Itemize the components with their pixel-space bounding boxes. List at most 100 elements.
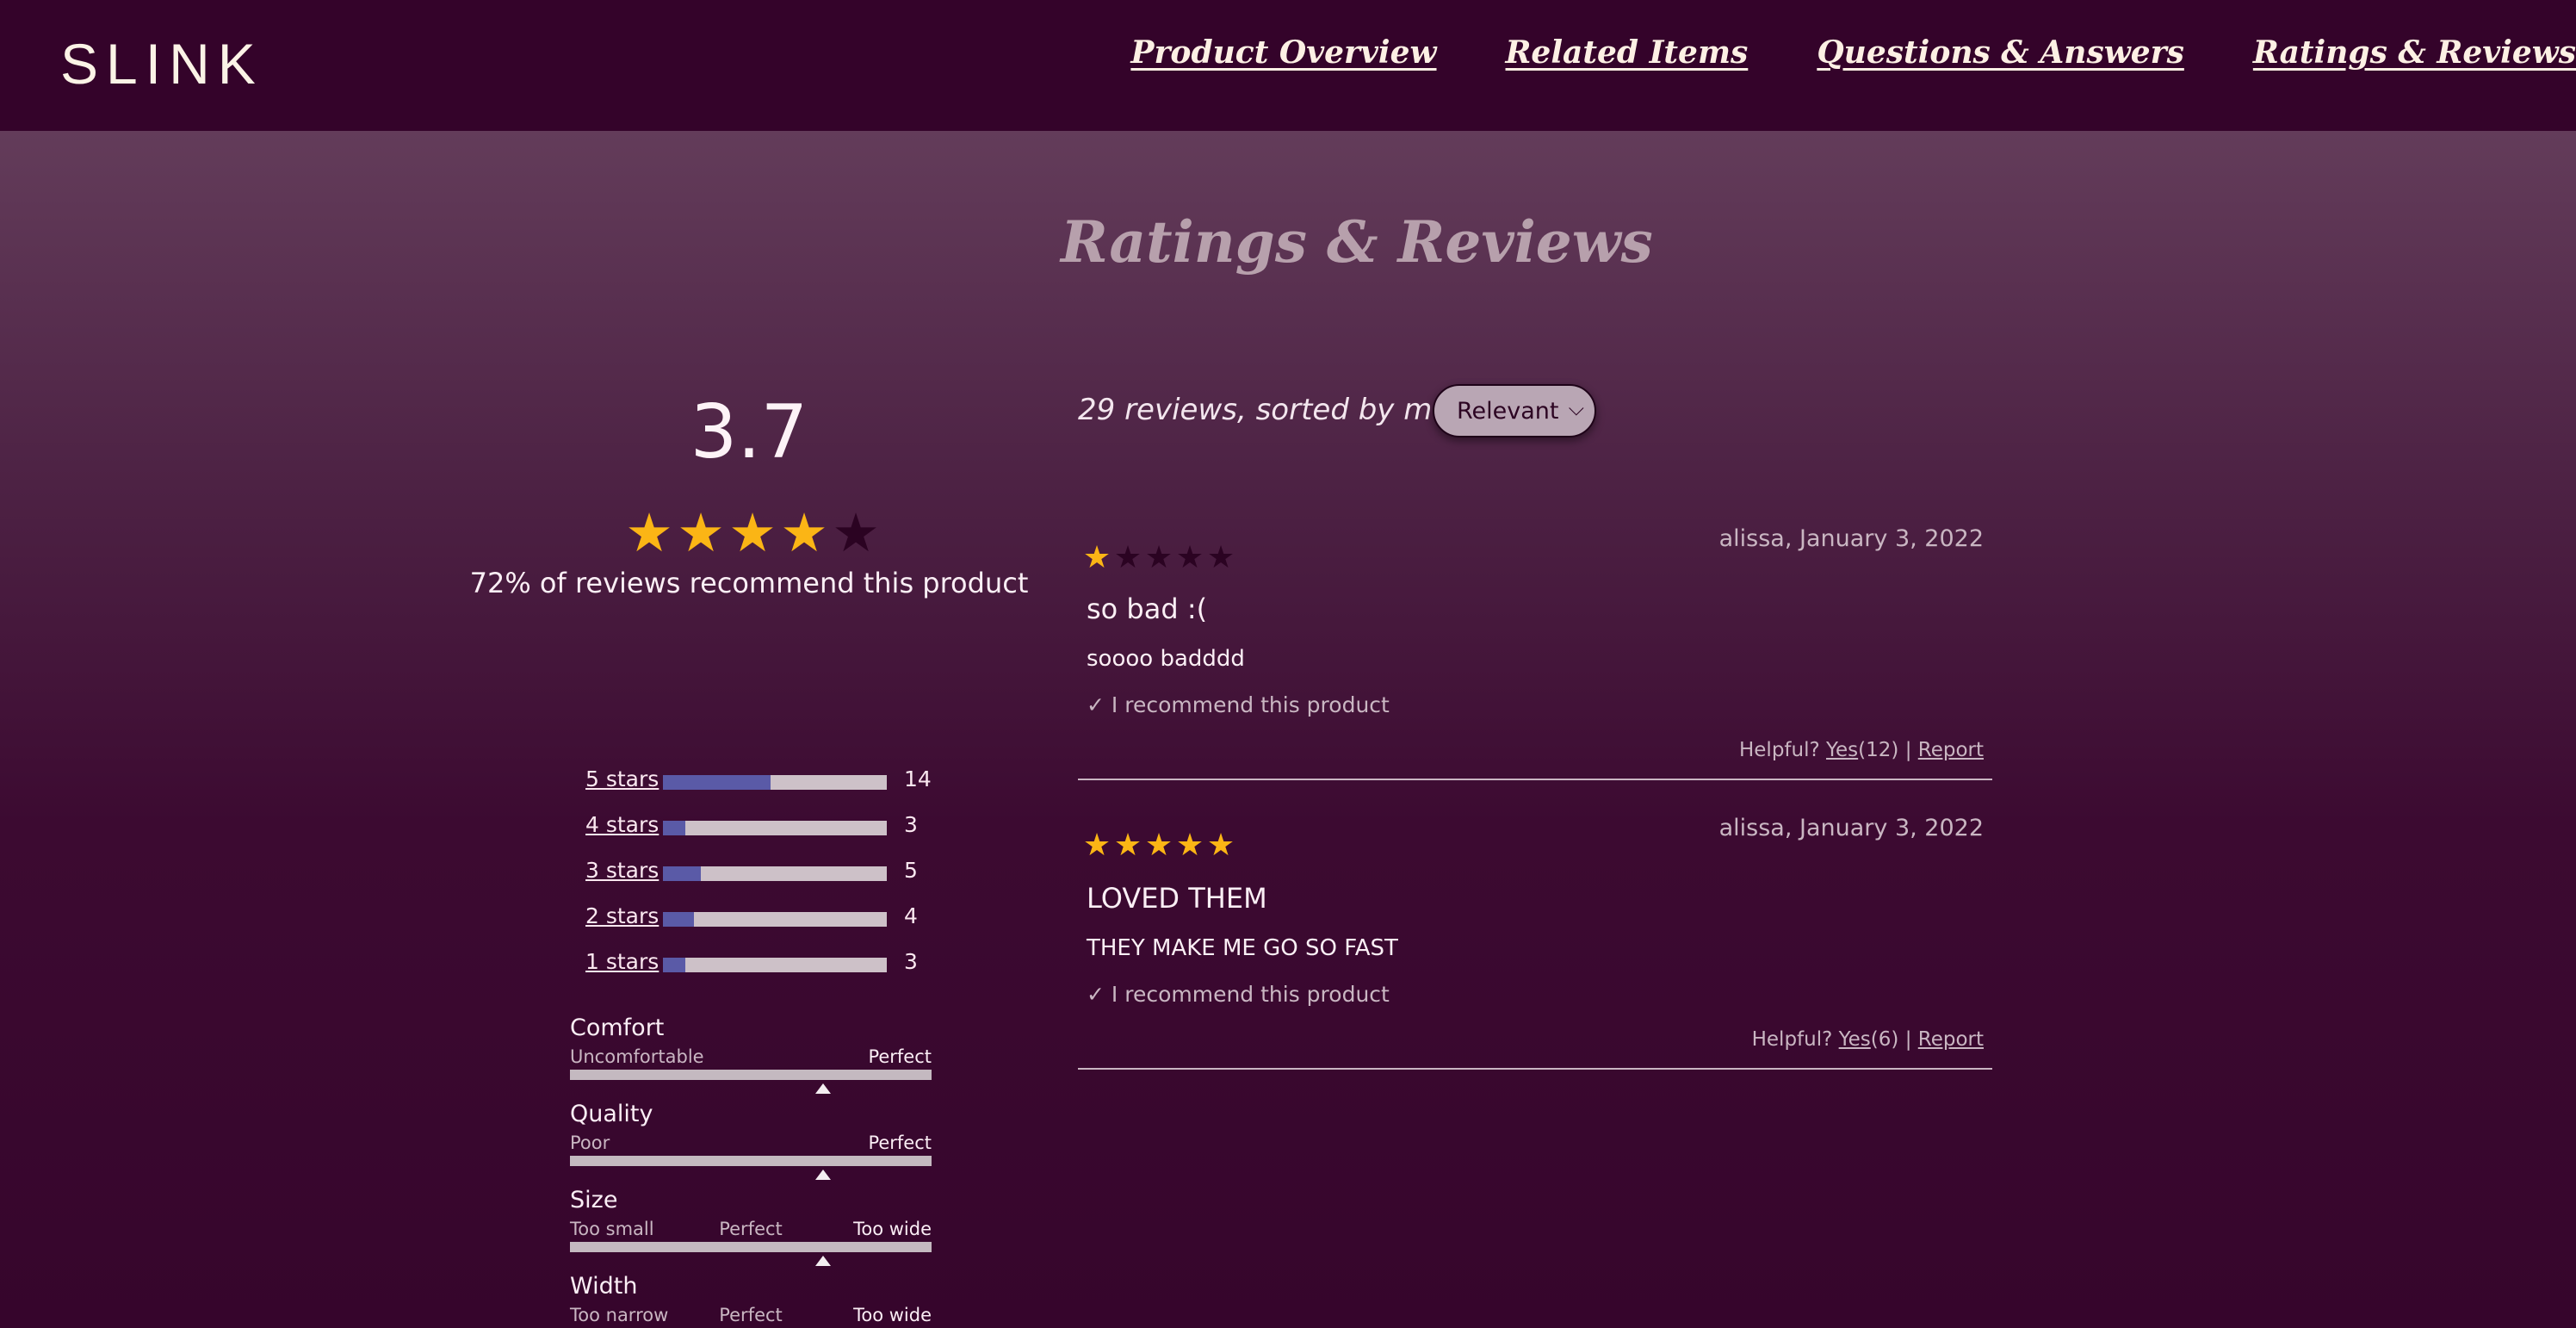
average-star-rating: ★ ★ ★ ★ ★	[623, 506, 882, 560]
characteristic-size: Size Too small Perfect Too wide	[570, 1187, 932, 1273]
characteristic-low-label: Poor	[570, 1133, 610, 1153]
page: SLINK Product Overview Related Items Que…	[0, 0, 2576, 1328]
review-tile: ★ ★ ★ ★ ★ alissa, January 3, 2022 so bad :( …	[1078, 518, 1992, 806]
nav-product-overview[interactable]: Product Overview	[1130, 34, 1436, 86]
characteristic-marker-icon	[815, 1083, 831, 1094]
star-icon: ★	[625, 501, 673, 564]
chevron-down-icon: ⌵	[1568, 396, 1584, 420]
review-recommend: ✓ I recommend this product	[1087, 982, 1390, 1007]
characteristic-bar	[570, 1070, 932, 1080]
review-divider	[1078, 779, 1992, 780]
breakdown-row-5: 5 stars 14	[568, 766, 947, 812]
characteristic-name: Size	[570, 1187, 618, 1213]
breakdown-count-2: 4	[904, 903, 918, 928]
review-body: soooo badddd	[1087, 646, 1245, 672]
characteristic-marker-icon	[815, 1170, 831, 1180]
characteristic-high-label: Perfect	[868, 1133, 932, 1153]
breakdown-fill-3	[663, 866, 702, 881]
sort-select[interactable]: Relevant ⌵	[1433, 384, 1596, 437]
star-icon: ★	[728, 501, 777, 564]
top-header: SLINK Product Overview Related Items Que…	[0, 0, 2576, 131]
characteristic-quality: Quality Poor Perfect	[570, 1101, 932, 1187]
review-count-sort-text: 29 reviews, sorted by most	[1078, 393, 1477, 427]
characteristic-bar	[570, 1242, 932, 1252]
star-icon: ★	[1082, 828, 1112, 863]
breakdown-bar-2	[663, 912, 887, 927]
review-star-rating: ★ ★ ★ ★ ★	[1081, 543, 1236, 574]
breakdown-row-2: 2 stars 4	[568, 903, 947, 949]
characteristic-high-label: Perfect	[868, 1046, 932, 1067]
review-body: THEY MAKE ME GO SO FAST	[1087, 935, 1398, 961]
star-icon: ★	[1175, 540, 1204, 575]
helpful-yes-link[interactable]: Yes	[1826, 739, 1858, 761]
review-author-date: alissa, January 3, 2022	[1718, 815, 1984, 841]
helpful-yes-count: (12)	[1858, 739, 1899, 761]
helpful-separator: |	[1904, 1028, 1912, 1051]
characteristic-width: Width Too narrow Perfect Too wide	[570, 1273, 932, 1328]
characteristic-bar	[570, 1156, 932, 1166]
nav-ratings-reviews[interactable]: Ratings & Reviews	[2253, 34, 2576, 86]
characteristic-name: Width	[570, 1273, 638, 1300]
breakdown-count-4: 3	[904, 812, 918, 837]
star-icon: ★	[1082, 540, 1112, 575]
product-characteristics: Comfort Uncomfortable Perfect Quality Po…	[570, 1015, 932, 1328]
review-helpful: Helpful? Yes(6) | Report	[1752, 1028, 1984, 1051]
ratings-reviews-section: Ratings & Reviews 3.7 ★ ★ ★ ★ ★ 72% of revie…	[0, 131, 2576, 1328]
breakdown-row-1: 1 stars 3	[568, 949, 947, 995]
review-divider	[1078, 1068, 1992, 1070]
characteristic-high-label: Too wide	[853, 1305, 932, 1325]
review-tile: ★ ★ ★ ★ ★ alissa, January 3, 2022 LOVED THEM…	[1078, 808, 1992, 1095]
rating-breakdown: 5 stars 14 4 stars 3 3 stars 5 2 stars 4…	[568, 766, 947, 995]
star-icon: ★	[1206, 540, 1235, 575]
review-star-rating: ★ ★ ★ ★ ★	[1081, 830, 1236, 861]
helpful-separator: |	[1904, 739, 1912, 761]
breakdown-row-4: 4 stars 3	[568, 812, 947, 858]
breakdown-bar-3	[663, 866, 887, 881]
characteristic-low-label: Uncomfortable	[570, 1046, 704, 1067]
star-icon: ★	[677, 501, 725, 564]
nav-questions-answers[interactable]: Questions & Answers	[1817, 34, 2184, 86]
star-icon: ★	[1113, 540, 1142, 575]
breakdown-count-1: 3	[904, 949, 918, 974]
review-title: so bad :(	[1087, 593, 1208, 625]
helpful-label: Helpful?	[1751, 1028, 1833, 1051]
breakdown-count-5: 14	[904, 766, 932, 791]
helpful-yes-count: (6)	[1870, 1028, 1899, 1051]
star-icon: ★	[780, 501, 828, 564]
review-title: LOVED THEM	[1087, 882, 1267, 915]
characteristic-comfort: Comfort Uncomfortable Perfect	[570, 1015, 932, 1101]
breakdown-fill-5	[663, 775, 771, 790]
average-rating: 3.7	[690, 389, 808, 475]
breakdown-bar-4	[663, 821, 887, 835]
nav-related-items[interactable]: Related Items	[1506, 34, 1749, 86]
review-author-date: alissa, January 3, 2022	[1718, 525, 1984, 552]
breakdown-fill-2	[663, 912, 695, 927]
report-link[interactable]: Report	[1918, 739, 1984, 761]
breakdown-fill-1	[663, 958, 685, 972]
sort-selected-value: Relevant	[1457, 398, 1559, 425]
star-icon: ★	[832, 501, 880, 564]
breakdown-row-3: 3 stars 5	[568, 858, 947, 903]
review-helpful: Helpful? Yes(12) | Report	[1739, 739, 1984, 761]
star-icon: ★	[1113, 828, 1142, 863]
helpful-label: Helpful?	[1738, 739, 1820, 761]
helpful-yes-link[interactable]: Yes	[1839, 1028, 1871, 1051]
report-link[interactable]: Report	[1918, 1028, 1984, 1051]
characteristic-high-label: Too wide	[853, 1219, 932, 1239]
characteristic-name: Quality	[570, 1101, 653, 1127]
breakdown-count-3: 5	[904, 858, 918, 883]
breakdown-bar-5	[663, 775, 887, 790]
characteristic-name: Comfort	[570, 1015, 665, 1041]
section-title: Ratings & Reviews	[1061, 208, 1653, 276]
breakdown-fill-4	[663, 821, 685, 835]
star-icon: ★	[1144, 828, 1173, 863]
main-nav: Product Overview Related Items Questions…	[1062, 34, 2576, 86]
characteristic-marker-icon	[815, 1256, 831, 1266]
star-icon: ★	[1206, 828, 1235, 863]
logo[interactable]: SLINK	[60, 31, 263, 96]
breakdown-bar-1	[663, 958, 887, 972]
review-recommend: ✓ I recommend this product	[1087, 692, 1390, 717]
recommend-percentage: 72% of reviews recommend this product	[469, 567, 1029, 599]
star-icon: ★	[1144, 540, 1173, 575]
star-icon: ★	[1175, 828, 1204, 863]
